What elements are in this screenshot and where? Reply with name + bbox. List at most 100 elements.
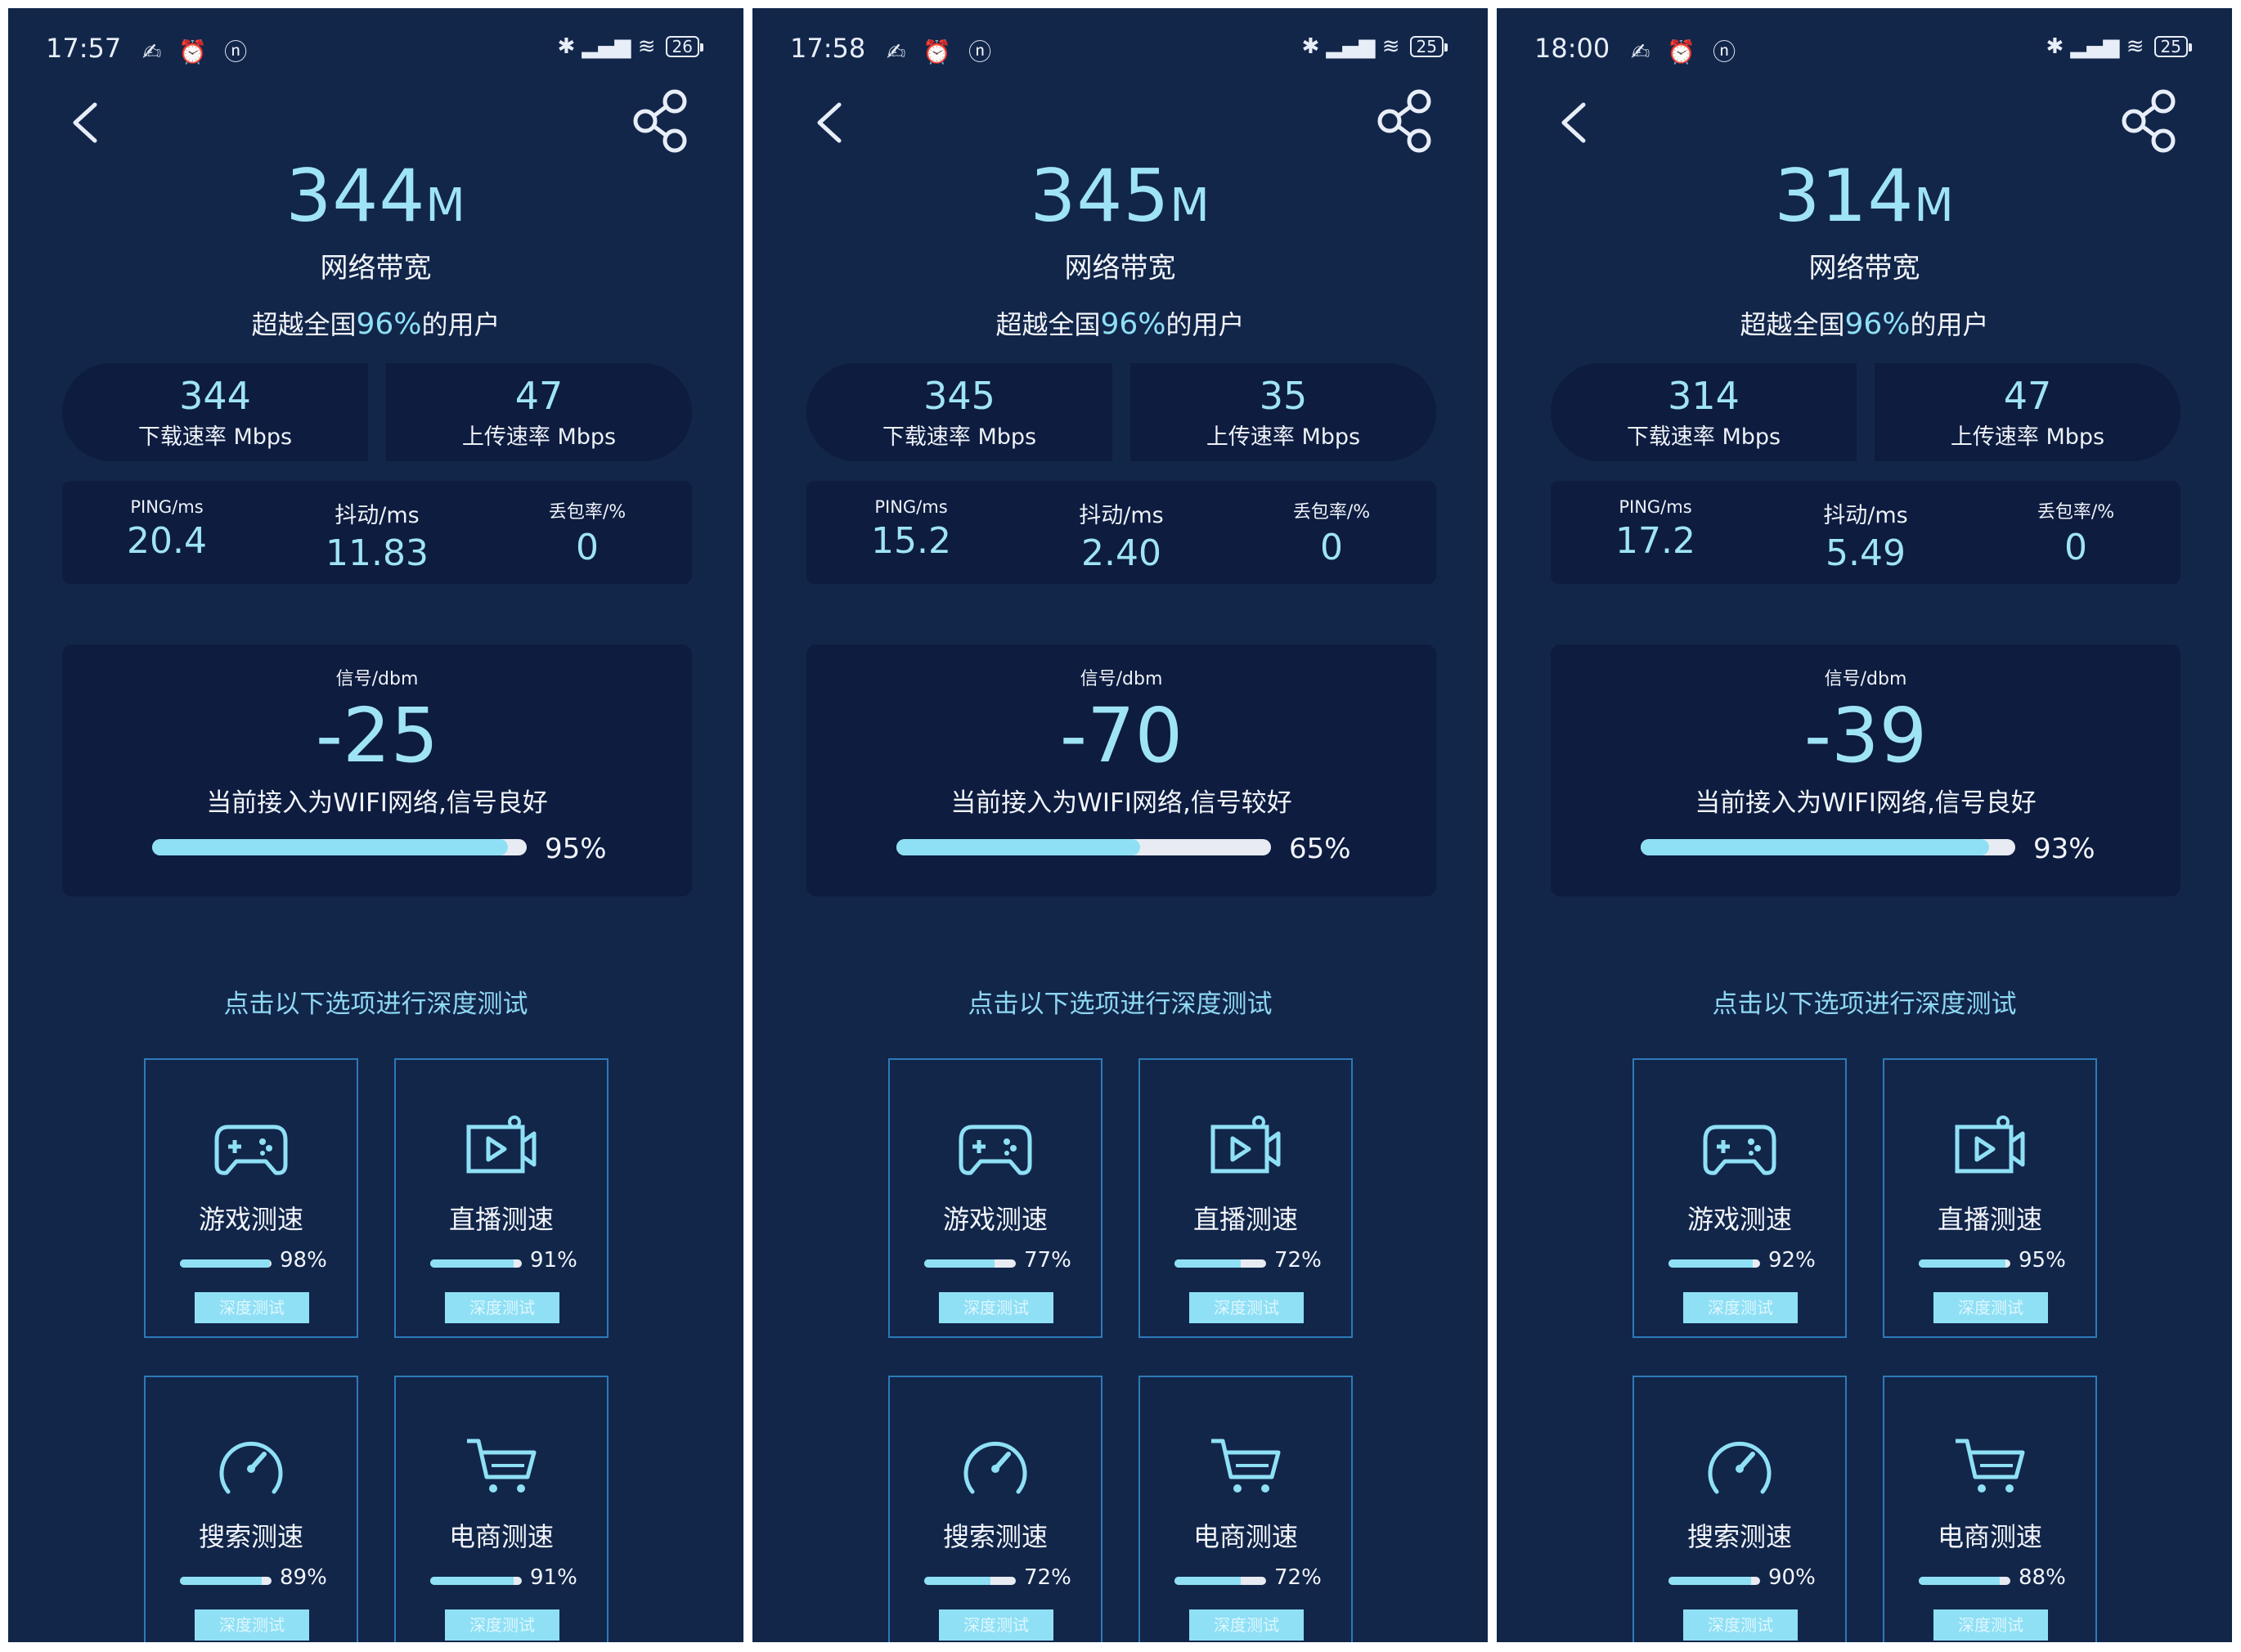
deep-test-button[interactable]: 深度测试: [445, 1292, 559, 1323]
video-icon: [1210, 1116, 1281, 1174]
back-arrow-icon[interactable]: [810, 98, 851, 147]
signal-value: -70: [1059, 692, 1183, 779]
card-percent: 92%: [1768, 1248, 1816, 1273]
packet-loss-metric: 丢包率/% 0: [483, 481, 692, 584]
deep-test-button[interactable]: 深度测试: [195, 1292, 309, 1323]
bandwidth-unit: M: [425, 179, 466, 232]
ranking-suffix: 的用户: [421, 309, 501, 340]
signal-progress-fill: [1641, 839, 1989, 855]
card-progress-fill: [1174, 1259, 1241, 1268]
card-percent: 95%: [2019, 1248, 2066, 1273]
download-speed-panel: 344 下载速率 Mbps: [62, 363, 368, 461]
ping-value: 17.2: [1615, 520, 1695, 562]
signal-progress-fill: [152, 839, 509, 855]
cart-icon: [1211, 1439, 1281, 1493]
signal-value: -39: [1803, 692, 1928, 779]
bandwidth-number: 314: [1774, 154, 1915, 238]
signal-wifi-icons: ✱ ▂▄▆ ≋: [2046, 34, 2144, 59]
battery-icon: 25: [2153, 36, 2193, 57]
card-title: 游戏测速: [1686, 1204, 1792, 1235]
card-percent: 72%: [1024, 1565, 1071, 1590]
ranking-prefix: 超越全国: [251, 309, 357, 340]
signal-panel: 信号/dbm -39 当前接入为WIFI网络,信号良好 93%: [1551, 644, 2180, 896]
packet-loss-label: 丢包率/%: [548, 502, 626, 523]
live-test-card[interactable]: 直播测速 91% 深度测试: [394, 1058, 609, 1338]
packet-loss-value: 0: [2064, 527, 2087, 568]
deep-test-button[interactable]: 深度测试: [1933, 1609, 2048, 1641]
phone-screen-3: 18:00 ✍ ⏰ ⓝ ✱ ▂▄▆ ≋ 25 314M 网络带宽 超越全国96%…: [1497, 8, 2232, 1642]
back-arrow-icon[interactable]: [1554, 98, 1595, 147]
deep-test-title: 点击以下选项进行深度测试: [223, 990, 528, 1019]
ranking-prefix: 超越全国: [1740, 309, 1845, 340]
packet-loss-value: 0: [1320, 527, 1343, 568]
deep-test-button[interactable]: 深度测试: [939, 1609, 1053, 1641]
signal-message: 当前接入为WIFI网络,信号良好: [206, 788, 548, 818]
card-progress-bar: [924, 1259, 1016, 1268]
search-test-card[interactable]: 搜索测速 72% 深度测试: [888, 1376, 1103, 1642]
speedometer-icon: [219, 1441, 283, 1494]
ping-label: PING/ms: [130, 497, 204, 517]
share-icon[interactable]: [2119, 87, 2181, 155]
deep-test-button[interactable]: 深度测试: [1933, 1292, 2048, 1323]
card-percent: 90%: [1768, 1565, 1816, 1590]
card-progress-bar: [1919, 1259, 2010, 1268]
card-title: 搜索测速: [198, 1521, 303, 1552]
search-test-card[interactable]: 搜索测速 89% 深度测试: [144, 1376, 358, 1642]
download-speed-panel: 314 下载速率 Mbps: [1551, 363, 1857, 461]
deep-test-button[interactable]: 深度测试: [939, 1292, 1053, 1323]
ecommerce-test-card[interactable]: 电商测速 72% 深度测试: [1138, 1376, 1353, 1642]
card-progress-fill: [924, 1259, 995, 1268]
status-bar: 18:00 ✍ ⏰ ⓝ ✱ ▂▄▆ ≋ 25: [1534, 26, 2193, 72]
ecommerce-test-card[interactable]: 电商测速 91% 深度测试: [394, 1376, 609, 1642]
cart-icon: [467, 1439, 537, 1493]
download-label: 下载速率 Mbps: [1626, 424, 1781, 450]
ping-label: PING/ms: [1619, 497, 1692, 517]
status-time: 17:57: [46, 33, 122, 64]
battery-icon: 25: [1409, 36, 1448, 57]
card-percent: 91%: [530, 1565, 577, 1590]
notification-icons: ✍ ⏰ ⓝ: [142, 38, 253, 65]
signal-percent: 93%: [2033, 833, 2095, 865]
signal-wifi-icons: ✱ ▂▄▆ ≋: [1301, 34, 1400, 59]
game-test-card[interactable]: 游戏测速 92% 深度测试: [1632, 1058, 1847, 1338]
upload-value: 47: [2003, 373, 2052, 418]
upload-speed-panel: 35 上传速率 Mbps: [1130, 363, 1436, 461]
phone-screen-2: 17:58 ✍ ⏰ ⓝ ✱ ▂▄▆ ≋ 25 345M 网络带宽 超越全国96%…: [752, 8, 1488, 1642]
speedometer-icon: [1708, 1441, 1772, 1494]
ranking-percent: 96%: [1844, 308, 1911, 341]
signal-message: 当前接入为WIFI网络,信号较好: [950, 788, 1292, 818]
download-value: 314: [1668, 373, 1740, 418]
bandwidth-value: 314M: [1497, 154, 2232, 238]
packet-loss-label: 丢包率/%: [2037, 502, 2115, 523]
video-icon: [466, 1116, 537, 1174]
share-icon[interactable]: [1375, 87, 1437, 155]
back-arrow-icon[interactable]: [65, 98, 106, 147]
notification-icons: ✍ ⏰ ⓝ: [1631, 38, 1741, 65]
live-test-card[interactable]: 直播测速 72% 深度测试: [1138, 1058, 1353, 1338]
card-progress-fill: [180, 1577, 262, 1585]
deep-test-button[interactable]: 深度测试: [1683, 1292, 1798, 1323]
card-progress-fill: [430, 1259, 514, 1268]
search-test-card[interactable]: 搜索测速 90% 深度测试: [1632, 1376, 1847, 1642]
share-icon[interactable]: [631, 87, 693, 155]
bandwidth-value: 344M: [8, 154, 743, 238]
ecommerce-test-card[interactable]: 电商测速 88% 深度测试: [1883, 1376, 2097, 1642]
jitter-value: 11.83: [326, 532, 429, 574]
deep-test-button[interactable]: 深度测试: [1189, 1292, 1304, 1323]
deep-test-button[interactable]: 深度测试: [445, 1609, 559, 1641]
deep-test-button[interactable]: 深度测试: [195, 1609, 309, 1641]
deep-test-button[interactable]: 深度测试: [1189, 1609, 1304, 1641]
game-test-card[interactable]: 游戏测速 77% 深度测试: [888, 1058, 1103, 1338]
live-test-card[interactable]: 直播测速 95% 深度测试: [1883, 1058, 2097, 1338]
jitter-metric: 抖动/ms 2.40: [1017, 481, 1226, 584]
game-test-card[interactable]: 游戏测速 98% 深度测试: [144, 1058, 358, 1338]
signal-panel: 信号/dbm -25 当前接入为WIFI网络,信号良好 95%: [62, 644, 692, 896]
card-title: 搜索测速: [1686, 1521, 1792, 1552]
status-time: 17:58: [790, 33, 866, 64]
packet-loss-metric: 丢包率/% 0: [1227, 481, 1436, 584]
packet-loss-value: 0: [576, 527, 599, 568]
deep-test-button[interactable]: 深度测试: [1683, 1609, 1798, 1641]
status-bar: 17:57 ✍ ⏰ ⓝ ✱ ▂▄▆ ≋ 26: [46, 26, 704, 72]
card-progress-fill: [924, 1577, 990, 1585]
card-title: 电商测速: [1192, 1521, 1298, 1552]
